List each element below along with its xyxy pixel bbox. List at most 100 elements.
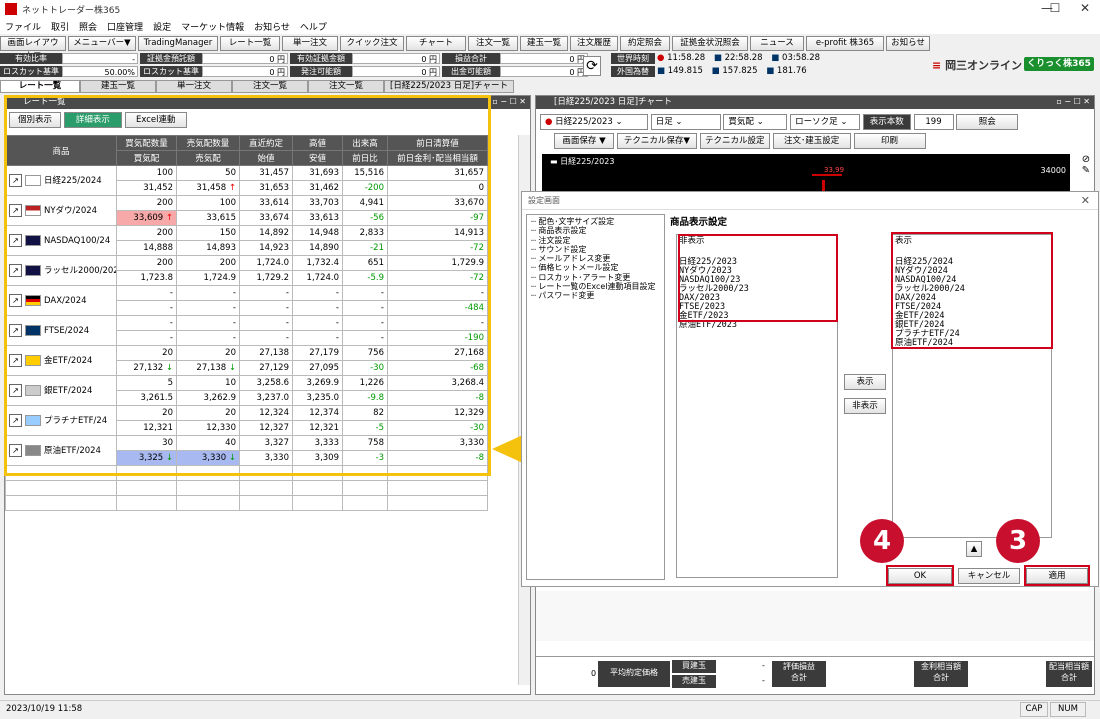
- settings-tree[interactable]: ┈ 配色･文字サイズ設定 ┈ 商品表示設定 ┈ 注文設定 ┈ サウンド設定 ┈ メールア…: [526, 214, 665, 580]
- close-window-button[interactable]: ✕: [1070, 1, 1100, 17]
- tab-item[interactable]: 建玉一覧: [80, 80, 156, 93]
- title-bar: ネットトレーダー株365 — ☐ ✕: [0, 0, 1100, 18]
- dash: -: [762, 661, 765, 670]
- menu-item[interactable]: マーケット情報: [176, 18, 249, 35]
- side-select[interactable]: 買気配 ⌄: [723, 114, 788, 130]
- toolbar-button[interactable]: 約定照会: [620, 36, 670, 51]
- chart-panel-title: [日経225/2023 日足]チャート: [536, 96, 1094, 109]
- info-label: 発注可能額: [290, 66, 352, 77]
- toolbar-button[interactable]: レート一覧: [220, 36, 280, 51]
- tree-item[interactable]: ┈ 商品表示設定: [531, 226, 660, 235]
- toolbar-button[interactable]: ニュース: [750, 36, 804, 51]
- query-button[interactable]: 照会: [956, 114, 1019, 130]
- eval-pl-label: 評価損益 合計: [772, 661, 826, 687]
- summary-value: 0: [591, 669, 597, 678]
- toolbar-button[interactable]: 注文一覧: [468, 36, 518, 51]
- save-screen-button[interactable]: 画面保存 ▼: [554, 133, 614, 149]
- interest-label: 金利相当額 合計: [914, 661, 968, 687]
- toolbar-button[interactable]: e-profit 株365: [806, 36, 884, 51]
- tree-item[interactable]: ┈ サウンド設定: [531, 245, 660, 254]
- order-settings-button[interactable]: 注文･建玉設定: [772, 133, 851, 149]
- dividend-label: 配当相当額 合計: [1046, 661, 1092, 687]
- menu-item[interactable]: 口座管理: [102, 18, 148, 35]
- tree-item[interactable]: ┈ 価格ヒットメール設定: [531, 263, 660, 272]
- toolbar-button[interactable]: チャート: [406, 36, 466, 51]
- menu-item[interactable]: ヘルプ: [295, 18, 332, 35]
- tab-item[interactable]: 注文一覧: [308, 80, 384, 93]
- menu-item[interactable]: お知らせ: [249, 18, 295, 35]
- toolbar-button[interactable]: クイック注文: [340, 36, 404, 51]
- callout-3: 3: [996, 519, 1040, 563]
- toolbar-button[interactable]: 証拠金状況照会: [672, 36, 748, 51]
- toolbar-button[interactable]: 単一注文: [282, 36, 338, 51]
- menu-item[interactable]: ファイル: [0, 18, 46, 35]
- symbol-select[interactable]: ● 日経225/2023 ⌄: [540, 114, 648, 130]
- sell-position-label: 売建玉: [672, 675, 716, 688]
- move-up-button[interactable]: ▲: [966, 541, 982, 557]
- info-label: 証拠金預託額: [140, 53, 202, 64]
- toolbar-button[interactable]: 注文履歴: [570, 36, 618, 51]
- count-input[interactable]: 199: [913, 114, 954, 130]
- technical-save-button[interactable]: テクニカル保存▼: [616, 133, 697, 149]
- menu-item[interactable]: 取引: [46, 18, 74, 35]
- tab-item[interactable]: 注文一覧: [232, 80, 308, 93]
- empty-row: [5, 480, 488, 496]
- hide-button[interactable]: 非表示: [844, 398, 886, 414]
- info-value: 0 円: [500, 53, 588, 64]
- toolbar-button[interactable]: メニューバー▼: [68, 36, 136, 51]
- tree-item[interactable]: ┈ 注文設定: [531, 236, 660, 245]
- info-value: 0 円: [202, 66, 288, 77]
- panel-window-controls[interactable]: ▫ − ☐ ✕: [492, 97, 526, 106]
- info-label: ロスカット基準: [0, 66, 62, 77]
- toolbar-button[interactable]: 画面レイアウト▼: [0, 36, 66, 61]
- chart-legend: ▬ 日経225/2023: [550, 157, 615, 166]
- menu-item[interactable]: 照会: [74, 18, 102, 35]
- tree-item[interactable]: ┈ ロスカット･アラート変更: [531, 273, 660, 282]
- dialog-close-icon[interactable]: ✕: [1081, 194, 1090, 207]
- maximize-button[interactable]: ☐: [1040, 1, 1070, 17]
- tree-item-label: ロスカット･アラート変更: [538, 272, 631, 282]
- tree-item[interactable]: ┈ 配色･文字サイズ設定: [531, 217, 660, 226]
- dialog-heading: 商品表示設定: [670, 217, 728, 228]
- toolbar-button[interactable]: お知らせ: [886, 36, 930, 51]
- time-uk: 03:58.28: [782, 53, 821, 63]
- tab-item[interactable]: [日経225/2023 日足]チャート: [384, 80, 514, 93]
- toolbar-button[interactable]: 建玉一覧: [520, 36, 568, 51]
- status-bar: 2023/10/19 11:58 CAP NUM: [0, 700, 1100, 719]
- toolbar-button[interactable]: TradingManager: [138, 36, 218, 51]
- ok-highlight: [886, 565, 954, 586]
- status-time: 2023/10/19 11:58: [6, 704, 83, 714]
- menu-item[interactable]: 設定: [148, 18, 176, 35]
- cancel-button[interactable]: キャンセル: [958, 568, 1020, 584]
- technical-settings-button[interactable]: テクニカル設定: [699, 133, 770, 149]
- chart-window-controls[interactable]: ▫ − ☐ ✕: [1056, 97, 1090, 106]
- empty-cell: [116, 480, 177, 496]
- tab-item[interactable]: 単一注文: [156, 80, 232, 93]
- list-item[interactable]: 原油ETF/2023: [679, 321, 835, 330]
- chart-tool-icons[interactable]: ⊘ ✎: [1079, 154, 1093, 176]
- tab-item[interactable]: レート一覧: [0, 80, 80, 93]
- tree-item-label: 商品表示設定: [538, 226, 587, 236]
- info-value: 50.00%: [62, 66, 138, 77]
- fx-eur: 157.825: [722, 66, 758, 76]
- position-summary: 0 平均約定価格 買建玉 売建玉 - - 評価損益 合計 金利相当額 合計 配当…: [536, 656, 1094, 692]
- candle-select[interactable]: ローソク足 ⌄: [790, 114, 861, 130]
- chart-candle: [812, 174, 842, 176]
- info-label: 出金可能額: [442, 66, 500, 77]
- shown-highlight: [891, 232, 1053, 349]
- period-select[interactable]: 日足 ⌄: [650, 114, 721, 130]
- info-label: 有効証拠金額: [290, 53, 352, 64]
- brand-name: 岡三オンライン: [945, 59, 1023, 72]
- print-button[interactable]: 印刷: [853, 133, 926, 149]
- refresh-icon[interactable]: ⟳: [583, 56, 601, 76]
- empty-row: [5, 495, 488, 511]
- num-indicator: NUM: [1050, 702, 1086, 717]
- tree-item[interactable]: ┈ パスワード変更: [531, 291, 660, 300]
- show-button[interactable]: 表示: [844, 374, 886, 390]
- chart-lower-area: [536, 591, 1094, 641]
- period-value: 日足: [655, 117, 673, 127]
- y-axis-label: 34000: [1040, 166, 1066, 175]
- fx-rates: ■ 149.815 ■ 157.825 ■ 181.76: [657, 66, 807, 76]
- tree-item-label: サウンド設定: [538, 244, 587, 254]
- tree-item[interactable]: ┈ レート一覧のExcel連動項目設定: [531, 282, 660, 291]
